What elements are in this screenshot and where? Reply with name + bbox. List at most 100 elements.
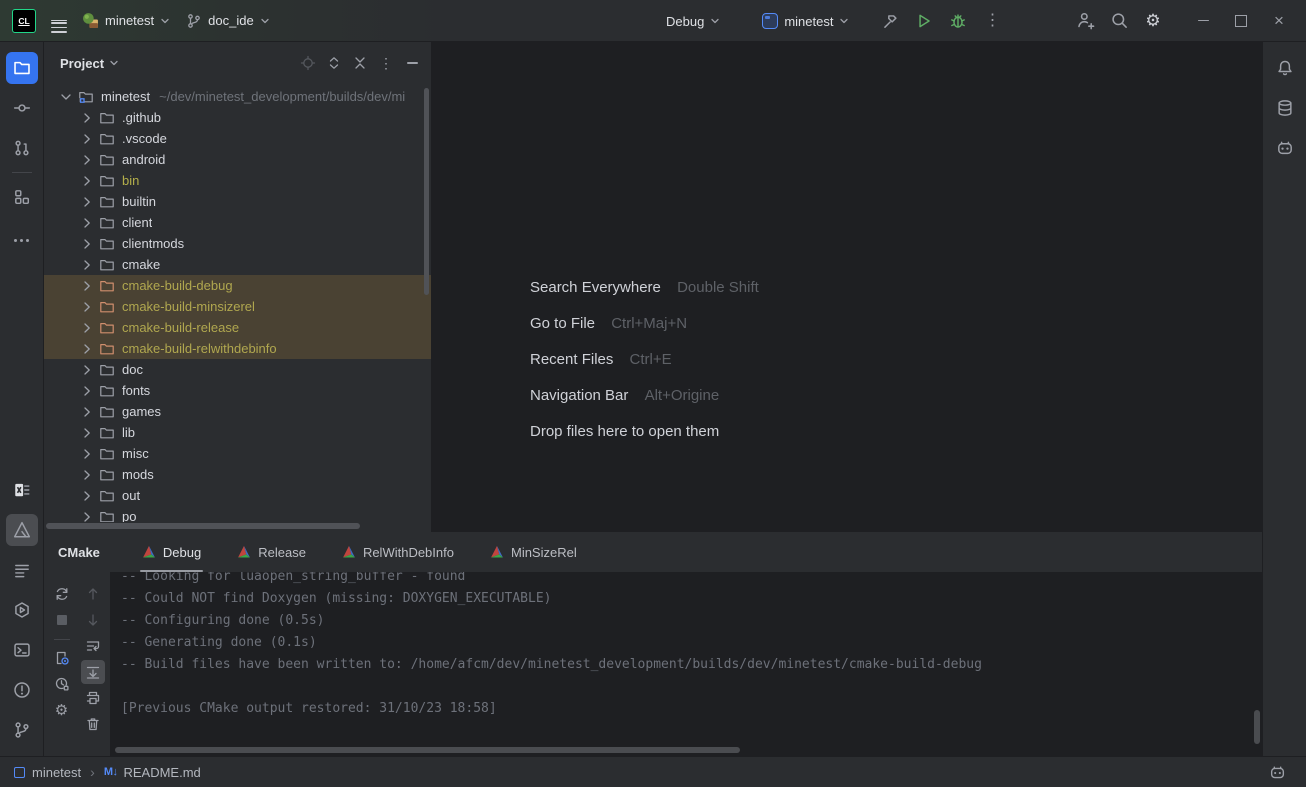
more-run-actions-button[interactable]: ⋮: [977, 6, 1007, 36]
tree-row[interactable]: cmake-build-relwithdebinfo: [44, 338, 431, 359]
tree-row[interactable]: .vscode: [44, 128, 431, 149]
database-button[interactable]: [1269, 92, 1301, 124]
scroll-to-end-button[interactable]: [81, 660, 105, 684]
hide-panel-button[interactable]: [399, 50, 425, 76]
project-widget[interactable]: minetest: [74, 6, 178, 36]
cmake-profile-tab[interactable]: Debug: [142, 532, 201, 572]
clear-console-button[interactable]: [81, 712, 105, 736]
tree-row[interactable]: cmake-build-minsizerel: [44, 296, 431, 317]
console-horizontal-scrollbar[interactable]: [115, 747, 740, 753]
tree-row[interactable]: clientmods: [44, 233, 431, 254]
tree-row[interactable]: cmake-build-release: [44, 317, 431, 338]
tree-row[interactable]: games: [44, 401, 431, 422]
chevron-right-icon[interactable]: [79, 488, 95, 504]
run-type-selector[interactable]: Debug: [658, 6, 728, 36]
tool-terminal-button[interactable]: [6, 634, 38, 666]
tree-row[interactable]: lib: [44, 422, 431, 443]
tool-cmake-button[interactable]: [6, 514, 38, 546]
branch-widget[interactable]: doc_ide: [178, 6, 278, 36]
chevron-right-icon[interactable]: [79, 236, 95, 252]
tree-row[interactable]: misc: [44, 443, 431, 464]
chevron-right-icon[interactable]: [79, 341, 95, 357]
chevron-right-icon[interactable]: [79, 383, 95, 399]
tool-structure-button[interactable]: [6, 181, 38, 213]
build-button[interactable]: [875, 6, 905, 36]
tree-row[interactable]: cmake: [44, 254, 431, 275]
close-button[interactable]: ×: [1262, 6, 1296, 36]
ai-assistant-button[interactable]: [1269, 132, 1301, 164]
tool-todo-button[interactable]: [6, 554, 38, 586]
run-button[interactable]: [909, 6, 939, 36]
stop-button[interactable]: [50, 608, 74, 632]
console-settings-button[interactable]: ⚙: [50, 698, 74, 722]
tree-row[interactable]: .github: [44, 107, 431, 128]
project-view-selector[interactable]: Project: [60, 56, 119, 71]
expand-all-button[interactable]: [321, 50, 347, 76]
chevron-right-icon[interactable]: [79, 404, 95, 420]
statusbar-ai-button[interactable]: [1262, 757, 1292, 787]
breadcrumb-project[interactable]: minetest: [32, 765, 81, 780]
chevron-right-icon[interactable]: [79, 278, 95, 294]
chevron-expanded-icon[interactable]: [58, 89, 74, 105]
project-horizontal-scrollbar[interactable]: [46, 523, 360, 529]
chevron-right-icon[interactable]: [79, 425, 95, 441]
panel-options-button[interactable]: ⋮: [373, 50, 399, 76]
cmake-profile-tab[interactable]: MinSizeRel: [490, 532, 577, 572]
maximize-button[interactable]: [1224, 6, 1258, 36]
main-menu-button[interactable]: [44, 6, 74, 36]
tool-services-button[interactable]: [6, 594, 38, 626]
reload-cmake-button[interactable]: [50, 582, 74, 606]
cmake-console[interactable]: -- Looking for luaopen_string_buffer - f…: [110, 572, 1262, 756]
chevron-right-icon[interactable]: [79, 110, 95, 126]
print-button[interactable]: [81, 686, 105, 710]
chevron-right-icon[interactable]: [79, 131, 95, 147]
chevron-right-icon[interactable]: [79, 509, 95, 523]
locate-file-button[interactable]: [295, 50, 321, 76]
debug-button[interactable]: [943, 6, 973, 36]
breadcrumb-file[interactable]: README.md: [123, 765, 200, 780]
tool-project-button[interactable]: [6, 52, 38, 84]
tree-row[interactable]: builtin: [44, 191, 431, 212]
chevron-right-icon[interactable]: [79, 467, 95, 483]
chevron-right-icon[interactable]: [79, 299, 95, 315]
chevron-right-icon[interactable]: [79, 152, 95, 168]
tree-row[interactable]: mods: [44, 464, 431, 485]
chevron-right-icon[interactable]: [79, 173, 95, 189]
chevron-right-icon[interactable]: [79, 215, 95, 231]
chevron-right-icon[interactable]: [79, 257, 95, 273]
soft-wrap-button[interactable]: [81, 634, 105, 658]
chevron-right-icon[interactable]: [79, 320, 95, 336]
more-tool-windows-button[interactable]: [6, 221, 38, 253]
tool-table-editor-button[interactable]: [6, 474, 38, 506]
cmake-profile-tab[interactable]: RelWithDebInfo: [342, 532, 454, 572]
chevron-right-icon[interactable]: [79, 362, 95, 378]
settings-button[interactable]: ⚙: [1138, 6, 1168, 36]
tree-row[interactable]: android: [44, 149, 431, 170]
tree-row[interactable]: cmake-build-debug: [44, 275, 431, 296]
chevron-right-icon[interactable]: [79, 446, 95, 462]
tree-row[interactable]: out: [44, 485, 431, 506]
tree-row[interactable]: client: [44, 212, 431, 233]
show-history-button[interactable]: [50, 672, 74, 696]
tree-row[interactable]: bin: [44, 170, 431, 191]
prev-message-button[interactable]: [81, 582, 105, 606]
notifications-button[interactable]: [1269, 52, 1301, 84]
tree-root-row[interactable]: minetest ~/dev/minetest_development/buil…: [44, 86, 431, 107]
tree-row[interactable]: fonts: [44, 380, 431, 401]
search-everywhere-button[interactable]: [1104, 6, 1134, 36]
chevron-right-icon[interactable]: [79, 194, 95, 210]
next-message-button[interactable]: [81, 608, 105, 632]
project-vertical-scrollbar[interactable]: [424, 88, 429, 295]
cmake-profile-tab[interactable]: Release: [237, 532, 306, 572]
tool-commit-button[interactable]: [6, 92, 38, 124]
run-config-selector[interactable]: minetest: [754, 6, 857, 36]
open-cmake-settings-button[interactable]: [50, 646, 74, 670]
console-vertical-scrollbar[interactable]: [1254, 710, 1260, 744]
tool-git-button[interactable]: [6, 714, 38, 746]
tool-problems-button[interactable]: [6, 674, 38, 706]
tree-row[interactable]: doc: [44, 359, 431, 380]
code-with-me-button[interactable]: [1070, 6, 1100, 36]
tree-row[interactable]: po: [44, 506, 431, 522]
collapse-all-button[interactable]: [347, 50, 373, 76]
minimize-button[interactable]: [1186, 6, 1220, 36]
